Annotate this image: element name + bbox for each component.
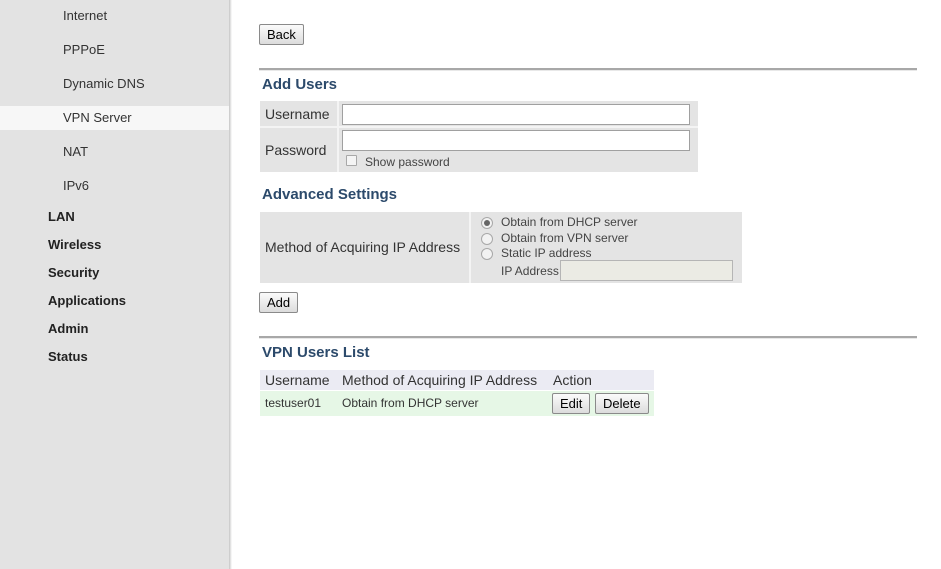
radio-vpn-server[interactable]	[481, 233, 493, 245]
sidebar-item-security[interactable]: Security	[48, 263, 99, 283]
ip-address-field[interactable]	[560, 260, 733, 281]
username-field[interactable]	[342, 104, 690, 125]
sidebar-item-applications[interactable]: Applications	[48, 291, 126, 311]
option-dhcp-label: Obtain from DHCP server	[501, 215, 638, 229]
sidebar-item-status[interactable]: Status	[48, 347, 88, 367]
sidebar-item-lan[interactable]: LAN	[48, 207, 75, 227]
row-username: testuser01	[265, 396, 322, 410]
section-divider	[259, 336, 917, 339]
username-label: Username	[265, 106, 330, 122]
form-row-divider	[260, 126, 698, 128]
row-method: Obtain from DHCP server	[342, 396, 479, 410]
add-button[interactable]: Add	[259, 292, 299, 313]
sidebar-item-ipv6[interactable]: IPv6	[0, 174, 229, 198]
option-static-label: Static IP address	[501, 246, 592, 260]
column-header-username: Username	[265, 372, 330, 388]
sidebar-item-nat[interactable]: NAT	[0, 140, 229, 164]
password-label: Password	[265, 142, 327, 158]
column-header-method: Method of Acquiring IP Address	[342, 372, 538, 388]
sidebar-divider	[229, 0, 232, 569]
column-header-action: Action	[553, 372, 592, 388]
sidebar-item-wireless[interactable]: Wireless	[48, 235, 101, 255]
section-divider	[259, 68, 917, 71]
sidebar-item-admin[interactable]: Admin	[48, 319, 88, 339]
edit-button[interactable]: Edit	[552, 393, 591, 414]
ip-address-label: IP Address	[501, 264, 559, 278]
sidebar: Internet PPPoE Dynamic DNS VPN Server NA…	[0, 0, 229, 569]
show-password-label: Show password	[365, 155, 450, 169]
add-users-title: Add Users	[262, 76, 338, 93]
sidebar-item-dynamic-dns[interactable]: Dynamic DNS	[0, 72, 229, 96]
back-button[interactable]: Back	[259, 24, 304, 45]
radio-dhcp-server[interactable]	[481, 217, 493, 229]
vpn-users-list-title: VPN Users List	[262, 344, 370, 361]
sidebar-item-internet[interactable]: Internet	[0, 4, 229, 28]
password-field[interactable]	[342, 130, 690, 151]
method-label: Method of Acquiring IP Address	[265, 239, 461, 255]
sidebar-item-pppoe[interactable]: PPPoE	[0, 38, 229, 62]
radio-static-ip[interactable]	[481, 248, 493, 260]
advanced-settings-title: Advanced Settings	[262, 186, 398, 203]
show-password-checkbox[interactable]	[346, 155, 357, 166]
option-vpn-label: Obtain from VPN server	[501, 231, 629, 245]
form-column-divider	[469, 212, 471, 283]
sidebar-item-vpn-server[interactable]: VPN Server	[0, 106, 229, 130]
delete-button[interactable]: Delete	[595, 393, 649, 414]
form-column-divider	[337, 101, 339, 172]
